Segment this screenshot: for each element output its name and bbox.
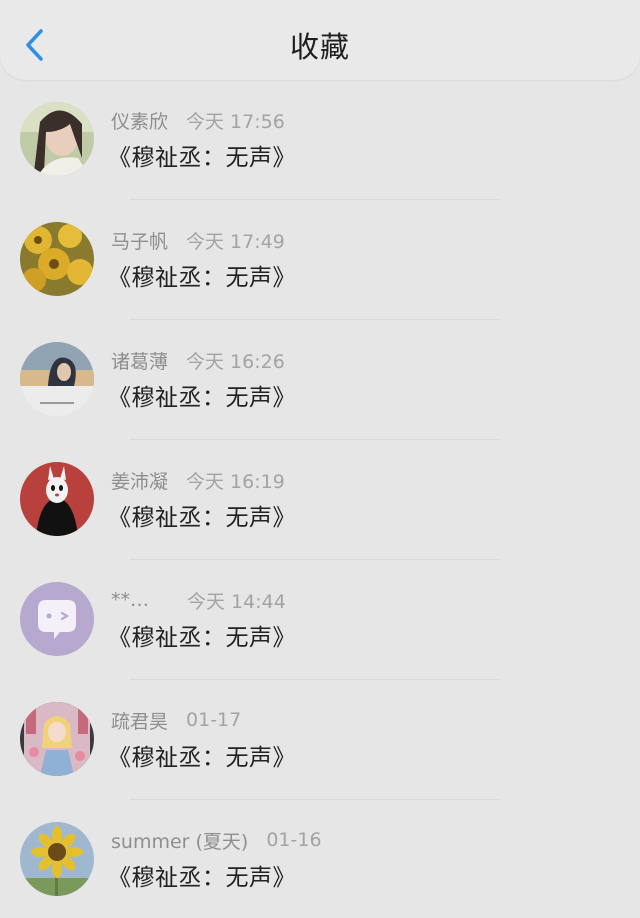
timestamp: 今天 16:26 (186, 350, 285, 373)
sender-name: 姜沛凝 (111, 470, 169, 493)
sender-name: 诸葛薄 (111, 350, 169, 373)
sender-name: summer (夏天) (111, 830, 249, 853)
timestamp: 今天 14:44 (187, 590, 286, 613)
list-item[interactable]: **… 今天 14:44 《穆祉丞：无声》 (0, 560, 640, 680)
page-title: 收藏 (289, 30, 350, 64)
timestamp: 01-16 (266, 829, 322, 851)
favorite-content: 《穆祉丞：无声》 (108, 385, 296, 411)
list-item[interactable]: 仪素欣 今天 17:56 《穆祉丞：无声》 (0, 80, 640, 200)
avatar (20, 222, 94, 296)
sender-name: 疏君昊 (111, 710, 169, 733)
avatar (20, 702, 94, 776)
list-item[interactable]: 疏君昊 01-17 《穆祉丞：无声》 (0, 680, 640, 800)
avatar (20, 582, 94, 656)
list-item[interactable]: 诸葛薄 今天 16:26 《穆祉丞：无声》 (0, 320, 640, 440)
favorite-content: 《穆祉丞：无声》 (108, 265, 296, 291)
favorite-content: 《穆祉丞：无声》 (108, 145, 296, 171)
header-bar: 收藏 (0, 0, 640, 80)
favorite-content: 《穆祉丞：无声》 (108, 505, 296, 531)
avatar (20, 462, 94, 536)
favorites-screen: 收藏 仪素欣 今天 17:56 《穆祉丞：无声》 马子帆 今天 17:49 《穆… (0, 0, 640, 918)
sender-name: **… (111, 589, 149, 611)
timestamp: 今天 17:56 (186, 110, 285, 133)
favorite-content: 《穆祉丞：无声》 (108, 865, 296, 891)
list-item[interactable]: 马子帆 今天 17:49 《穆祉丞：无声》 (0, 200, 640, 320)
favorite-content: 《穆祉丞：无声》 (108, 745, 296, 771)
avatar (20, 342, 94, 416)
list-item[interactable]: summer (夏天) 01-16 《穆祉丞：无声》 (0, 800, 640, 918)
timestamp: 今天 16:19 (186, 470, 285, 493)
timestamp: 今天 17:49 (186, 230, 285, 253)
sender-name: 仪素欣 (111, 110, 169, 133)
avatar (20, 102, 94, 176)
avatar (20, 822, 94, 896)
sender-name: 马子帆 (111, 230, 169, 253)
favorites-list: 仪素欣 今天 17:56 《穆祉丞：无声》 马子帆 今天 17:49 《穆祉丞：… (0, 80, 640, 918)
list-item[interactable]: 姜沛凝 今天 16:19 《穆祉丞：无声》 (0, 440, 640, 560)
timestamp: 01-17 (186, 709, 242, 731)
favorite-content: 《穆祉丞：无声》 (108, 625, 296, 651)
